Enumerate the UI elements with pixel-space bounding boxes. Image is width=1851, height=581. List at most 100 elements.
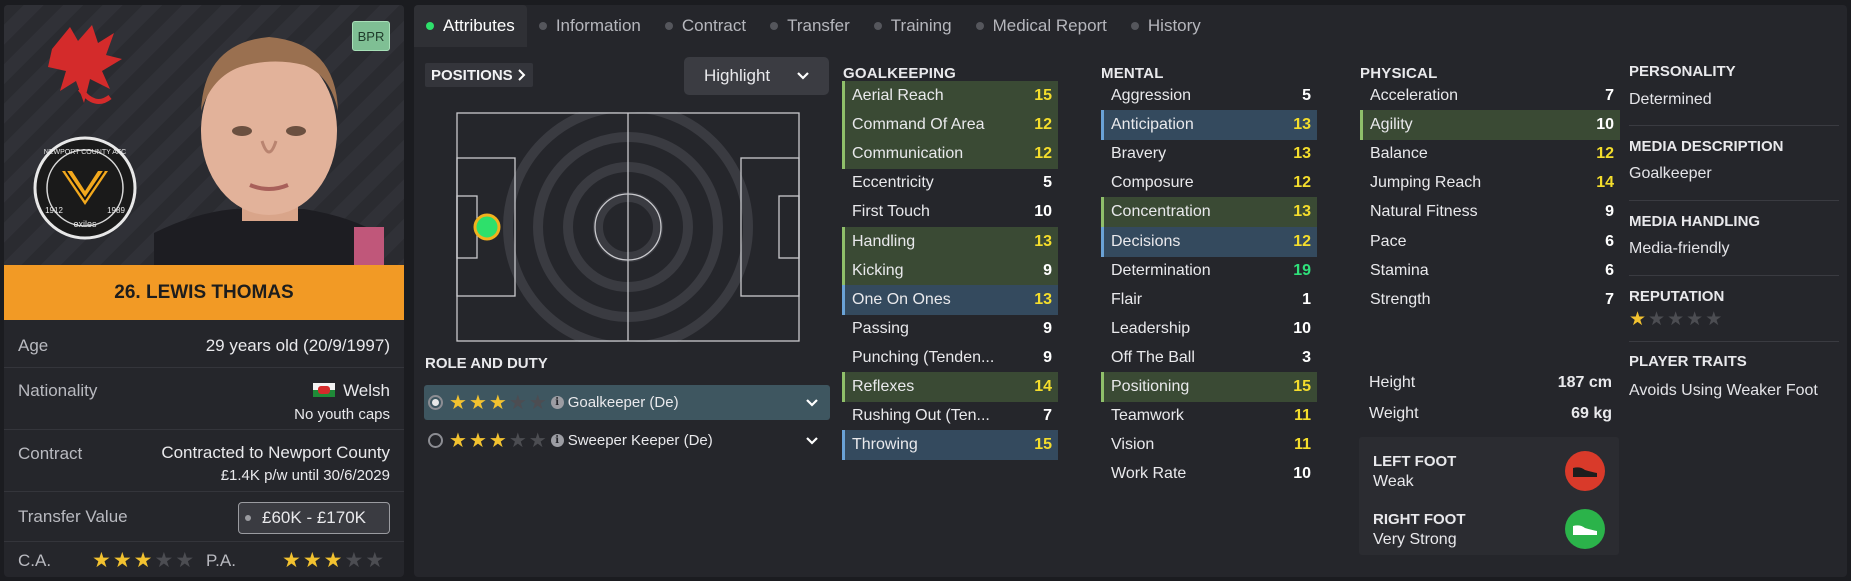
attribute-row[interactable]: Aggression 5 bbox=[1101, 81, 1317, 111]
attribute-value: 19 bbox=[1293, 261, 1311, 279]
tab-medical-report[interactable]: Medical Report bbox=[964, 5, 1119, 47]
attribute-row[interactable]: Concentration 13 bbox=[1101, 197, 1317, 228]
star-full-icon: ★ bbox=[302, 549, 322, 572]
role-radio[interactable] bbox=[428, 395, 443, 410]
nationality-value-wrap[interactable]: Welsh bbox=[313, 381, 390, 401]
attribute-row[interactable]: Vision 11 bbox=[1101, 430, 1317, 460]
attribute-row[interactable]: Leadership 10 bbox=[1101, 314, 1317, 344]
attribute-row[interactable]: Off The Ball 3 bbox=[1101, 343, 1317, 373]
positions-button[interactable]: POSITIONS bbox=[425, 63, 533, 87]
goalkeeper-position-marker[interactable] bbox=[473, 213, 501, 241]
attribute-row[interactable]: Composure 12 bbox=[1101, 168, 1317, 198]
attribute-name: First Touch bbox=[852, 203, 930, 221]
attribute-name: Handling bbox=[852, 232, 916, 250]
attribute-row[interactable]: Kicking 9 bbox=[842, 255, 1058, 286]
age-label: Age bbox=[18, 336, 49, 355]
attribute-row[interactable]: Reflexes 14 bbox=[842, 372, 1058, 402]
height-value: 187 cm bbox=[1557, 374, 1612, 391]
role-radio[interactable] bbox=[428, 433, 443, 448]
attribute-row[interactable]: Positioning 15 bbox=[1101, 372, 1317, 402]
tab-label: Medical Report bbox=[992, 16, 1107, 35]
attribute-name: Aggression bbox=[1111, 87, 1192, 104]
attribute-row[interactable]: Strength 7 bbox=[1360, 285, 1620, 315]
goalkeeping-heading: GOALKEEPING bbox=[843, 65, 957, 82]
attribute-row[interactable]: Handling 13 bbox=[842, 226, 1058, 257]
attribute-row[interactable]: Flair 1 bbox=[1101, 285, 1317, 315]
info-icon[interactable]: i bbox=[550, 434, 564, 447]
attribute-row[interactable]: Command Of Area 12 bbox=[842, 110, 1058, 141]
media-handling-value: Media-friendly bbox=[1629, 240, 1730, 257]
attribute-row[interactable]: Rushing Out (Ten... 7 bbox=[842, 401, 1058, 431]
attribute-name: Determination bbox=[1111, 261, 1211, 279]
attribute-row[interactable]: Aerial Reach 15 bbox=[842, 81, 1058, 111]
attribute-value: 1 bbox=[1302, 290, 1311, 308]
player-photo bbox=[154, 37, 384, 265]
highlight-dropdown[interactable]: Highlight bbox=[684, 57, 829, 95]
attribute-row[interactable]: Decisions 12 bbox=[1101, 226, 1317, 257]
role-goalkeeper-defend[interactable]: ★ ★ ★ ★ ★ i Goalkeeper (De) bbox=[424, 385, 830, 420]
tab-attributes[interactable]: Attributes bbox=[414, 5, 527, 47]
role-sweeper-keeper-defend[interactable]: ★ ★ ★ ★ ★ i Sweeper Keeper (De) bbox=[424, 423, 830, 458]
tab-label: Transfer bbox=[787, 16, 850, 35]
attribute-value: 6 bbox=[1605, 261, 1614, 279]
info-icon[interactable]: i bbox=[550, 396, 564, 409]
tab-transfer[interactable]: Transfer bbox=[758, 5, 862, 47]
attribute-row[interactable]: Jumping Reach 14 bbox=[1360, 168, 1620, 198]
strong-boot-icon bbox=[1565, 509, 1605, 549]
attribute-row[interactable]: Passing 9 bbox=[842, 314, 1058, 344]
attribute-value: 12 bbox=[1293, 174, 1311, 192]
tab-information[interactable]: Information bbox=[527, 5, 653, 47]
contract-value[interactable]: Contracted to Newport County bbox=[161, 443, 390, 463]
height-label: Height bbox=[1369, 374, 1416, 391]
attribute-row[interactable]: Stamina 6 bbox=[1360, 256, 1620, 286]
attribute-name: Rushing Out (Ten... bbox=[852, 407, 990, 425]
attribute-value: 12 bbox=[1034, 145, 1052, 163]
player-traits-label: PLAYER TRAITS bbox=[1629, 353, 1747, 370]
attribute-row[interactable]: Balance 12 bbox=[1360, 139, 1620, 169]
star-empty-icon: ★ bbox=[508, 429, 527, 452]
tab-training[interactable]: Training bbox=[862, 5, 964, 47]
attribute-row[interactable]: Acceleration 7 bbox=[1360, 81, 1620, 111]
attribute-row[interactable]: Teamwork 11 bbox=[1101, 401, 1317, 431]
star-full-icon: ★ bbox=[282, 549, 301, 572]
attribute-row[interactable]: Determination 19 bbox=[1101, 256, 1317, 286]
attribute-row[interactable]: One On Ones 13 bbox=[842, 284, 1058, 315]
attribute-name: Leadership bbox=[1111, 319, 1191, 337]
attribute-row[interactable]: Bravery 13 bbox=[1101, 139, 1317, 169]
chevron-down-icon[interactable] bbox=[804, 432, 820, 448]
attribute-name: Throwing bbox=[852, 436, 918, 454]
divider bbox=[1629, 200, 1839, 201]
player-traits-value[interactable]: Avoids Using Weaker Foot bbox=[1629, 379, 1839, 403]
attribute-name: Strength bbox=[1370, 290, 1431, 308]
attribute-name: Balance bbox=[1370, 145, 1428, 163]
attribute-row[interactable]: Pace 6 bbox=[1360, 227, 1620, 257]
contract-wage: £1.4K p/w until 30/6/2029 bbox=[220, 467, 390, 484]
attribute-row[interactable]: Natural Fitness 9 bbox=[1360, 197, 1620, 227]
transfer-value-tag[interactable]: £60K - £170K bbox=[238, 502, 390, 534]
attribute-row[interactable]: First Touch 10 bbox=[842, 197, 1058, 227]
attribute-row[interactable]: Eccentricity 5 bbox=[842, 168, 1058, 198]
tab-dot-icon bbox=[1130, 22, 1139, 30]
attribute-row[interactable]: Agility 10 bbox=[1360, 110, 1620, 141]
star-empty-icon: ★ bbox=[1667, 309, 1685, 330]
welsh-dragon-emblem bbox=[48, 25, 122, 104]
attribute-row[interactable]: Communication 12 bbox=[842, 139, 1058, 170]
attribute-value: 12 bbox=[1293, 232, 1311, 250]
tab-contract[interactable]: Contract bbox=[653, 5, 758, 47]
bpr-badge[interactable]: BPR bbox=[352, 21, 390, 51]
weight-label: Weight bbox=[1369, 405, 1419, 422]
chevron-down-icon[interactable] bbox=[804, 394, 820, 410]
attributes-panel: Attributes Information Contract Transfer Tra… bbox=[414, 5, 1847, 577]
contract-label: Contract bbox=[18, 444, 83, 463]
tab-history[interactable]: History bbox=[1119, 5, 1213, 47]
divider bbox=[1629, 275, 1839, 276]
attribute-row[interactable]: Anticipation 13 bbox=[1101, 110, 1317, 141]
attribute-row[interactable]: Throwing 15 bbox=[842, 430, 1058, 461]
star-empty-icon: ★ bbox=[528, 391, 547, 414]
attribute-row[interactable]: Work Rate 10 bbox=[1101, 459, 1317, 489]
tab-dot-icon bbox=[664, 22, 673, 30]
attribute-row[interactable]: Punching (Tenden... 9 bbox=[842, 343, 1058, 373]
star-full-icon: ★ bbox=[1629, 309, 1647, 330]
transfer-value: £60K - £170K bbox=[262, 508, 366, 527]
transfer-value-label: Transfer Value bbox=[18, 507, 128, 526]
